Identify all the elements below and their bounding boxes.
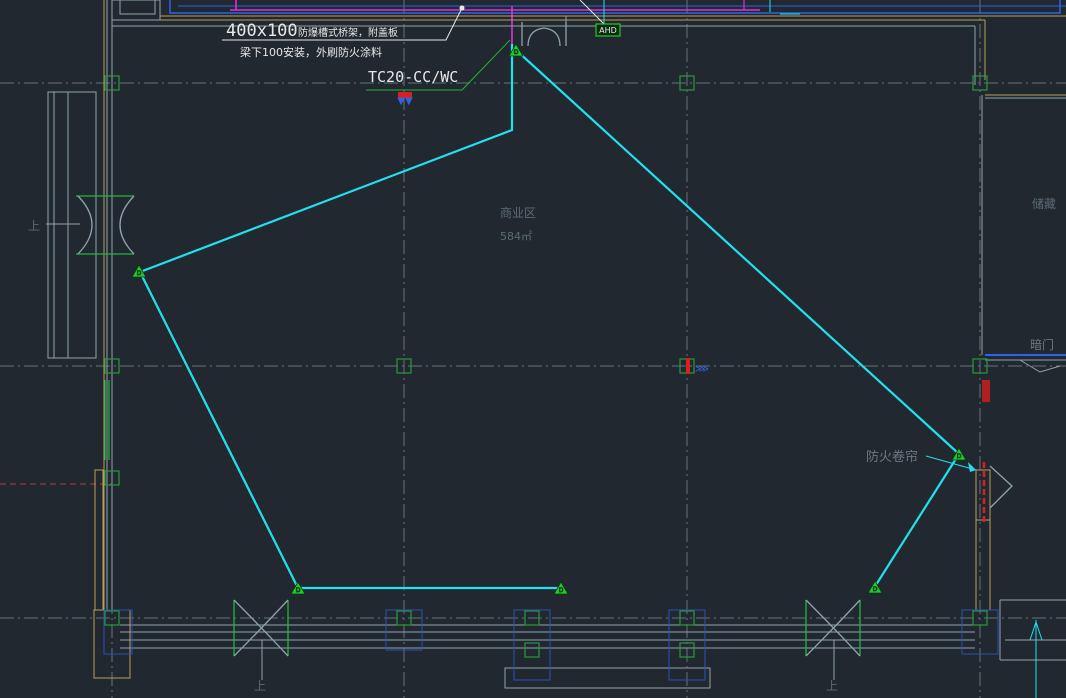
svg-text:▼▼: ▼▼	[397, 96, 413, 107]
svg-text:D: D	[957, 453, 962, 460]
svg-text:D: D	[296, 587, 301, 594]
room-area-commercial[interactable]: 584㎡	[500, 230, 532, 243]
floor-plan: ▼▼ ⋙ D D D D D D AHD 400x100 防爆槽式桥架，附盖板 …	[0, 0, 1066, 698]
room-name-storage[interactable]: 储藏	[1032, 196, 1056, 211]
svg-text:AHD: AHD	[599, 26, 617, 35]
right-hidden-door-wall	[985, 354, 1066, 373]
svg-text:D: D	[873, 586, 878, 593]
detector-6: D	[867, 580, 883, 594]
cable-spec-label[interactable]: TC20-CC/WC	[368, 68, 458, 86]
cad-drawing-canvas[interactable]: ▼▼ ⋙ D D D D D D AHD 400x100 防爆槽式桥架，附盖板 …	[0, 0, 1066, 698]
doors	[76, 22, 1013, 657]
svg-text:⋙: ⋙	[695, 364, 709, 375]
ahd-box[interactable]: AHD	[595, 23, 621, 37]
small-markers: ▼▼ ⋙	[397, 92, 709, 375]
svg-text:D: D	[514, 49, 519, 56]
svg-text:D: D	[559, 587, 564, 594]
stair-up-left: 上	[28, 219, 40, 233]
column-outlines	[103, 609, 999, 681]
room-name-hidden-door[interactable]: 暗门	[1030, 337, 1054, 352]
cable-tray-size-label[interactable]: 400x100	[226, 21, 298, 41]
right-door	[989, 465, 1013, 509]
left-double-door	[76, 195, 135, 255]
fire-shutter-label[interactable]: 防火卷帘	[866, 449, 918, 465]
fire-alarm-wiring	[139, 44, 960, 590]
stair-up-bottom-left: 上	[254, 679, 266, 693]
svg-text:D: D	[137, 270, 142, 277]
axis-grid	[0, 0, 1066, 698]
room-name-commercial[interactable]: 商业区	[500, 205, 536, 220]
detectors: D D D D D D	[131, 43, 967, 595]
stair-arrows	[46, 223, 835, 680]
stair-up-bottom-right: 上	[826, 679, 838, 693]
cable-tray-install-label[interactable]: 梁下100安装，外刷防火涂料	[240, 45, 382, 59]
cable-tray-desc-label[interactable]: 防爆槽式桥架，附盖板	[298, 26, 398, 39]
